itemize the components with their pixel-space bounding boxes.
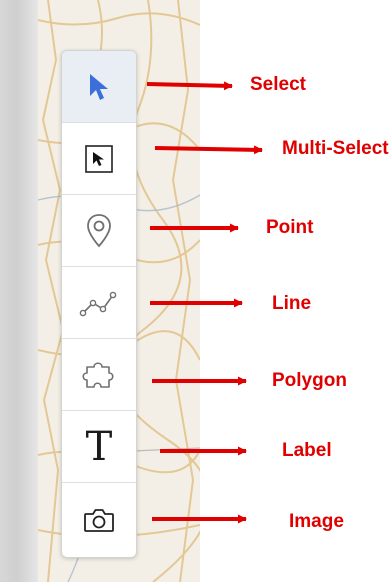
text-t-icon: T [85, 423, 113, 470]
label-callout: Label [282, 440, 332, 461]
line-callout: Line [272, 293, 312, 314]
camera-icon [84, 509, 114, 532]
multi-select-callout: Multi-Select [282, 138, 389, 159]
multi-select-icon [85, 144, 113, 173]
select-tool-button[interactable] [62, 51, 136, 123]
polygon-callout: Polygon [272, 370, 347, 391]
image-callout: Image [289, 511, 344, 532]
label-tool-button[interactable]: T [62, 411, 136, 483]
select-cursor-icon [90, 73, 108, 100]
drawing-toolbar: T [61, 50, 137, 558]
point-tool-button[interactable] [62, 195, 136, 267]
map-pin-icon [87, 213, 111, 247]
line-tool-button[interactable] [62, 267, 136, 339]
point-callout: Point [266, 217, 314, 238]
image-tool-button[interactable] [62, 483, 136, 557]
select-callout: Select [250, 74, 306, 95]
multi-select-tool-button[interactable] [62, 123, 136, 195]
puzzle-polygon-icon [82, 361, 114, 388]
polyline-icon [79, 291, 117, 316]
polygon-tool-button[interactable] [62, 339, 136, 411]
left-page-edge [0, 0, 38, 582]
